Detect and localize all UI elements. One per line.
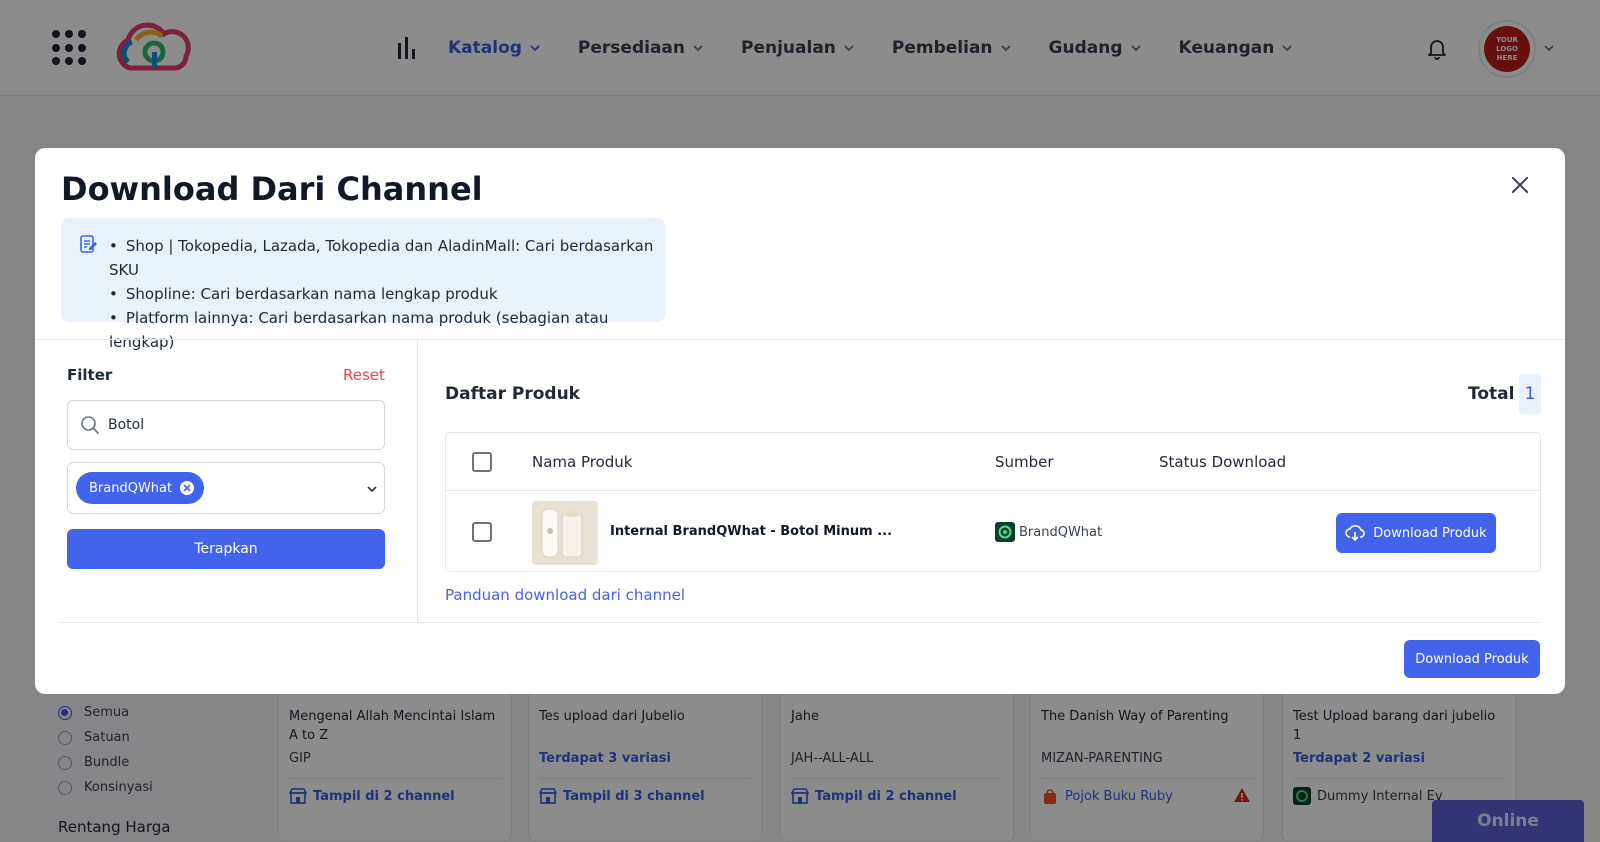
channel-logo-icon <box>995 522 1015 542</box>
search-hint-box: Shop | Tokopedia, Lazada, Tokopedia dan … <box>61 218 665 351</box>
product-thumbnail <box>532 501 598 565</box>
reset-filter-link[interactable]: Reset <box>343 366 385 384</box>
column-header-status: Status Download <box>1159 453 1287 471</box>
download-channel-modal: Download Dari Channel Shop | Tokopedia, … <box>35 148 1565 694</box>
download-product-button[interactable]: Download Produk <box>1404 640 1540 678</box>
total-label: Total <box>1468 384 1515 404</box>
row-checkbox[interactable] <box>472 522 492 542</box>
remove-chip-icon[interactable] <box>180 481 195 495</box>
apply-filter-button[interactable]: Terapkan <box>67 529 385 569</box>
column-header-name: Nama Produk <box>532 453 633 471</box>
product-name: Internal BrandQWhat - Botol Minum ... <box>610 524 893 539</box>
hint-item: Shopline: Cari berdasarkan nama lengkap … <box>109 282 665 306</box>
column-header-source: Sumber <box>995 453 1054 471</box>
product-list-heading: Daftar Produk <box>445 384 580 404</box>
total-count-badge: 1 <box>1519 374 1541 414</box>
download-guide-link[interactable]: Panduan download dari channel <box>445 586 685 604</box>
note-edit-icon <box>80 235 97 253</box>
download-product-row-button[interactable]: Download Produk <box>1336 513 1496 553</box>
search-input[interactable] <box>108 417 368 433</box>
product-source: BrandQWhat <box>995 522 1102 542</box>
cloud-download-icon <box>1345 525 1366 542</box>
product-search-box[interactable] <box>67 400 385 450</box>
table-header: Nama Produk Sumber Status Download <box>446 433 1540 491</box>
table-row: Internal BrandQWhat - Botol Minum ... Br… <box>446 491 1540 573</box>
filter-heading: Filter <box>67 366 113 384</box>
hint-list: Shop | Tokopedia, Lazada, Tokopedia dan … <box>109 234 665 354</box>
hint-item: Platform lainnya: Cari berdasarkan nama … <box>109 306 665 354</box>
hint-item: Shop | Tokopedia, Lazada, Tokopedia dan … <box>109 234 665 282</box>
chevron-down-icon[interactable] <box>366 483 378 495</box>
modal-title: Download Dari Channel <box>61 170 483 208</box>
close-icon[interactable] <box>1509 174 1531 196</box>
channel-select[interactable]: BrandQWhat <box>67 462 385 514</box>
channel-chip: BrandQWhat <box>76 472 205 504</box>
search-icon <box>81 416 99 434</box>
product-table: Nama Produk Sumber Status Download Inter… <box>445 432 1541 572</box>
select-all-checkbox[interactable] <box>472 452 492 472</box>
